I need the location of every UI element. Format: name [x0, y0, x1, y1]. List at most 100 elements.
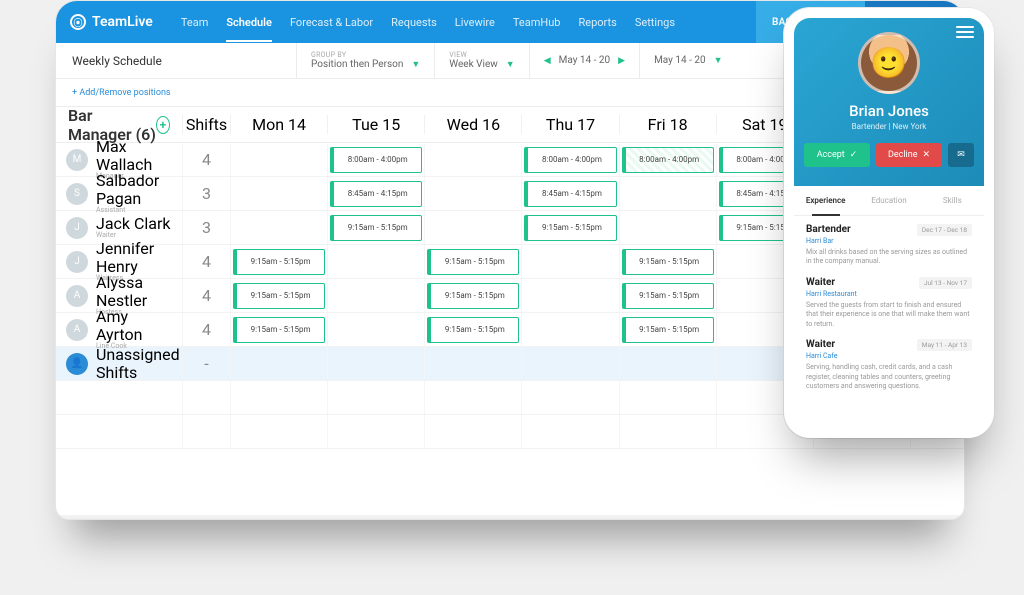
menu-icon[interactable] [956, 26, 974, 38]
day-cell[interactable] [619, 211, 716, 244]
shift-block[interactable]: 8:45am - 4:15pm [330, 181, 422, 207]
brand-icon: ⦿ [70, 14, 86, 30]
shift-block[interactable]: 9:15am - 5:15pm [233, 249, 325, 275]
day-cell[interactable]: 9:15am - 5:15pm [521, 211, 618, 244]
shift-block[interactable]: 9:15am - 5:15pm [622, 249, 714, 275]
day-cell[interactable]: 9:15am - 5:15pm [230, 313, 327, 346]
avatar: J [66, 217, 88, 239]
profile-subtitle: Bartender | New York [794, 122, 984, 131]
day-cell[interactable]: 8:45am - 4:15pm [521, 177, 618, 210]
view-label: VIEW [449, 51, 514, 59]
avatar: A [66, 319, 88, 341]
shifts-count: 4 [182, 313, 230, 346]
day-cell[interactable]: 9:15am - 5:15pm [619, 279, 716, 312]
day-cell[interactable] [424, 143, 521, 176]
group-by-dropdown[interactable]: GROUP BY Position then Person▼ [296, 43, 434, 78]
nav-schedule[interactable]: Schedule [226, 3, 272, 42]
day-cell[interactable]: 9:15am - 5:15pm [619, 313, 716, 346]
profile-body[interactable]: BartenderDec 17 - Dec 18Harri BarMix all… [794, 216, 984, 425]
day-cell[interactable]: 9:15am - 5:15pm [327, 211, 424, 244]
day-cell[interactable]: 9:15am - 5:15pm [619, 245, 716, 278]
add-employee-button[interactable]: + [156, 116, 170, 134]
day-header: Wed 16 [424, 115, 521, 134]
day-cell[interactable] [230, 143, 327, 176]
day-cell[interactable]: 8:00am - 4:00pm [327, 143, 424, 176]
day-cell[interactable]: 8:00am - 4:00pm [619, 143, 716, 176]
nav-reports[interactable]: Reports [578, 16, 616, 29]
group-by-label: GROUP BY [311, 51, 420, 59]
shift-block[interactable]: 8:00am - 4:00pm [330, 147, 422, 173]
day-cell[interactable] [327, 245, 424, 278]
shift-block[interactable]: 9:15am - 5:15pm [427, 317, 519, 343]
shift-block[interactable]: 9:15am - 5:15pm [427, 249, 519, 275]
day-cell[interactable]: 9:15am - 5:15pm [230, 245, 327, 278]
add-remove-positions-link[interactable]: + Add/Remove positions [72, 88, 171, 98]
chevron-right-icon[interactable]: ▶ [618, 56, 625, 66]
shift-block[interactable]: 8:00am - 4:00pm [524, 147, 616, 173]
view-dropdown[interactable]: VIEW Week View▼ [434, 43, 528, 78]
day-header: Shifts [182, 115, 230, 134]
shifts-count: 3 [182, 177, 230, 210]
day-cell[interactable]: 9:15am - 5:15pm [424, 279, 521, 312]
day-cell[interactable] [230, 211, 327, 244]
job-desc: Serving, handling cash, credit cards, an… [806, 363, 972, 391]
nav-requests[interactable]: Requests [391, 16, 437, 29]
shift-block[interactable]: 9:15am - 5:15pm [622, 317, 714, 343]
avatar: M [66, 149, 88, 171]
day-cell[interactable] [619, 177, 716, 210]
day-cell[interactable]: 9:15am - 5:15pm [424, 245, 521, 278]
brand[interactable]: ⦿ TeamLive [70, 14, 153, 30]
shift-block[interactable]: 8:00am - 4:00pm [622, 147, 714, 173]
experience-item: WaiterJul 13 - Nov 17Harri RestaurantSer… [806, 277, 972, 329]
job-desc: Mix all drinks based on the serving size… [806, 248, 972, 267]
job-place[interactable]: Harri Restaurant [806, 290, 972, 298]
employee-cell[interactable]: JJack ClarkWaiter [56, 215, 182, 240]
day-cell[interactable] [521, 245, 618, 278]
nav-livewire[interactable]: Livewire [455, 16, 495, 29]
shifts-count: 4 [182, 143, 230, 176]
nav-teamhub[interactable]: TeamHub [513, 16, 561, 29]
profile-tab-skills[interactable]: Skills [921, 186, 984, 215]
chevron-left-icon[interactable]: ◀ [544, 56, 551, 66]
profile-tab-experience[interactable]: Experience [794, 186, 857, 215]
decline-button[interactable]: Decline✕ [876, 143, 942, 167]
shift-block[interactable]: 9:15am - 5:15pm [330, 215, 422, 241]
shift-block[interactable]: 9:15am - 5:15pm [622, 283, 714, 309]
day-cell[interactable] [424, 177, 521, 210]
shift-block[interactable]: 8:45am - 4:15pm [524, 181, 616, 207]
profile-avatar: 🙂 [858, 32, 920, 94]
job-place[interactable]: Harri Bar [806, 237, 972, 245]
date-range-2-value: May 14 - 20 [654, 55, 706, 66]
day-cell[interactable]: 8:00am - 4:00pm [521, 143, 618, 176]
view-value: Week View [449, 59, 498, 70]
employee-name: Jack Clark [96, 215, 171, 233]
shift-block[interactable]: 9:15am - 5:15pm [524, 215, 616, 241]
date-range-1[interactable]: ◀May 14 - 20▶ [529, 43, 639, 78]
employee-cell[interactable]: SSalbador PaganAssistant [56, 172, 182, 215]
check-icon: ✓ [850, 150, 858, 160]
day-cell[interactable]: 9:15am - 5:15pm [424, 313, 521, 346]
brand-text: TeamLive [92, 14, 153, 30]
shift-block[interactable]: 9:15am - 5:15pm [233, 283, 325, 309]
mail-icon: ✉ [957, 150, 965, 160]
message-button[interactable]: ✉ [948, 143, 974, 167]
shift-block[interactable]: 9:15am - 5:15pm [233, 317, 325, 343]
nav-team[interactable]: Team [181, 16, 209, 29]
day-cell[interactable] [230, 177, 327, 210]
nav-settings[interactable]: Settings [635, 16, 675, 29]
day-cell[interactable]: 8:45am - 4:15pm [327, 177, 424, 210]
day-cell[interactable] [521, 279, 618, 312]
day-cell[interactable] [327, 313, 424, 346]
job-title: Waiter [806, 277, 835, 288]
nav-forecast-labor[interactable]: Forecast & Labor [290, 16, 373, 29]
shift-block[interactable]: 9:15am - 5:15pm [427, 283, 519, 309]
day-cell[interactable] [424, 211, 521, 244]
job-place[interactable]: Harri Cafe [806, 352, 972, 360]
day-cell[interactable]: 9:15am - 5:15pm [230, 279, 327, 312]
date-range-2[interactable]: May 14 - 20▼ [639, 43, 736, 78]
day-cell[interactable] [327, 279, 424, 312]
profile-tab-education[interactable]: Education [857, 186, 920, 215]
phone-header: 🙂 Brian Jones Bartender | New York Accep… [794, 18, 984, 186]
accept-button[interactable]: Accept✓ [804, 143, 870, 167]
day-cell[interactable] [521, 313, 618, 346]
